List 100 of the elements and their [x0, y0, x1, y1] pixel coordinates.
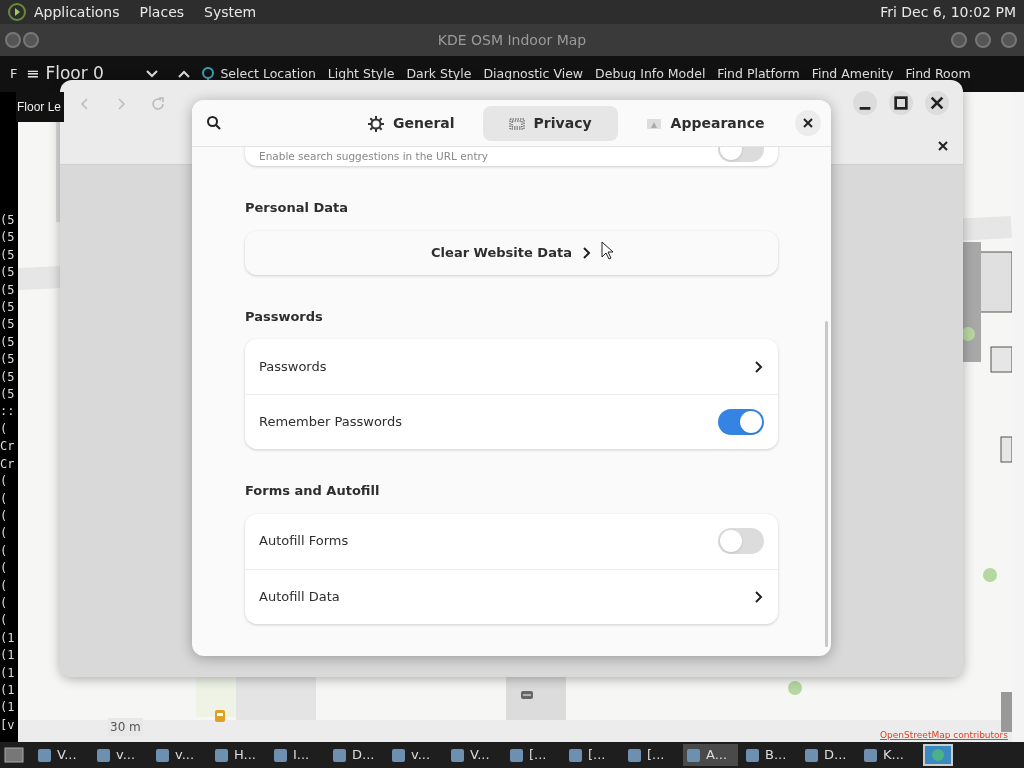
app-icon: [391, 747, 406, 763]
window-thumbnail-icon[interactable]: [923, 744, 953, 766]
terminal-line: (1: [0, 629, 16, 647]
taskbar-item[interactable]: [...: [565, 744, 620, 766]
window-button[interactable]: [22, 31, 40, 49]
taskbar-item[interactable]: D...: [329, 744, 384, 766]
terminal-line: ::: [0, 403, 16, 421]
terminal-line: (5: [0, 386, 16, 404]
taskbar-item[interactable]: A...: [683, 744, 738, 766]
taskbar-item[interactable]: [...: [624, 744, 679, 766]
terminal-line: (5: [0, 368, 16, 386]
chevron-right-icon: [754, 359, 764, 374]
window-button[interactable]: [950, 31, 968, 49]
terminal-line: (: [0, 507, 9, 525]
taskbar-item[interactable]: V...: [34, 744, 89, 766]
toolbar-action[interactable]: Dark Style: [406, 64, 472, 84]
terminal-line: (: [0, 594, 9, 612]
app-icon: [686, 747, 701, 763]
toolbar-action[interactable]: Find Room: [905, 64, 971, 84]
close-button[interactable]: [925, 91, 949, 115]
terminal-line: (: [0, 420, 9, 438]
row-subtitle: Enable search suggestions in the URL entry: [259, 148, 490, 164]
section-heading: Passwords: [245, 307, 324, 326]
maximize-button[interactable]: [889, 91, 913, 115]
toolbar-action[interactable]: Select Location: [201, 64, 316, 84]
side-label: F: [9, 65, 19, 84]
taskbar-item[interactable]: v...: [388, 744, 443, 766]
cursor-icon: [601, 241, 615, 261]
desktop-icon[interactable]: [4, 746, 24, 764]
panel-menu[interactable]: System: [204, 1, 257, 23]
preferences-tab[interactable]: General: [342, 106, 481, 141]
chevron-up-icon[interactable]: [177, 69, 192, 79]
taskbar-item[interactable]: H...: [211, 744, 266, 766]
terminal-line: Cr: [0, 455, 16, 473]
window-button[interactable]: [974, 31, 992, 49]
toolbar-action[interactable]: Diagnostic View: [483, 64, 584, 84]
terminal-line: (: [0, 525, 9, 543]
clock: Fri Dec 6, 10:02 PM: [880, 2, 1016, 22]
reload-icon[interactable]: [150, 95, 166, 112]
row-label: Autofill Forms: [259, 532, 350, 551]
gear-icon: [368, 115, 384, 132]
app-icon: [509, 747, 524, 763]
taskbar-item[interactable]: v...: [152, 744, 207, 766]
row-label: Remember Passwords: [259, 413, 403, 432]
grid-icon: [508, 116, 525, 131]
close-tab-icon[interactable]: [937, 139, 949, 152]
terminal-line: (: [0, 560, 9, 578]
taskbar-item[interactable]: I...: [270, 744, 325, 766]
terminal-line: (5: [0, 212, 16, 229]
toolbar-action[interactable]: Light Style: [327, 64, 395, 84]
clear-data-button[interactable]: Clear Website Data: [245, 230, 778, 275]
window-button[interactable]: [1000, 31, 1018, 49]
terminal-line: (5: [0, 246, 16, 264]
taskbar-item[interactable]: K...: [860, 744, 915, 766]
toolbar-action[interactable]: Find Amenity: [811, 64, 894, 84]
terminal-line: (5: [0, 316, 16, 334]
panel-menu[interactable]: Places: [139, 1, 185, 23]
menu-icon[interactable]: [8, 3, 26, 21]
preferences-tab[interactable]: Appearance: [619, 106, 791, 141]
app-icon: [332, 747, 347, 763]
terminal-line: (5: [0, 351, 16, 369]
close-button[interactable]: [795, 110, 821, 136]
taskbar-item[interactable]: D...: [801, 744, 856, 766]
taskbar-item[interactable]: [...: [506, 744, 561, 766]
app-icon: [450, 747, 465, 763]
terminal-line: (1: [0, 664, 16, 682]
app-icon: [745, 747, 760, 763]
terminal-line: (1: [0, 699, 16, 717]
panel-menu[interactable]: Applications: [34, 1, 120, 23]
toolbar-action[interactable]: Debug Info Model: [595, 64, 706, 84]
row-label: Autofill Data: [259, 587, 341, 606]
window-button[interactable]: [4, 31, 22, 49]
terminal-line: (5: [0, 281, 16, 299]
preferences-tab[interactable]: Privacy: [482, 106, 618, 141]
row-label: Passwords: [259, 357, 328, 376]
toggle-switch[interactable]: [718, 409, 764, 435]
search-icon[interactable]: [206, 115, 222, 131]
scrollbar[interactable]: [825, 321, 828, 647]
floor-label: Floor 0: [45, 62, 105, 86]
chevron-right-icon: [754, 589, 764, 604]
chevron-down-icon[interactable]: [145, 69, 160, 79]
settings-row[interactable]: Autofill Data: [245, 568, 778, 624]
toolbar-action[interactable]: Find Platform: [717, 64, 800, 84]
toggle-switch[interactable]: [718, 528, 764, 554]
menu-icon[interactable]: ≡: [26, 62, 40, 86]
terminal-line: (: [0, 612, 9, 630]
taskbar-item[interactable]: B...: [742, 744, 797, 766]
terminal-line: (: [0, 473, 9, 491]
taskbar-item[interactable]: v...: [93, 744, 148, 766]
app-icon: [37, 747, 52, 763]
settings-row[interactable]: Passwords: [245, 339, 778, 394]
attribution-link[interactable]: OpenStreetMap contributors: [880, 729, 1008, 743]
terminal-line: [v: [0, 716, 16, 734]
terminal-line: (5: [0, 229, 16, 247]
app-icon: [863, 747, 878, 763]
floor-list-label: Floor Le: [17, 99, 62, 116]
vehicle-icon: [214, 709, 226, 723]
terminal-line: (1: [0, 647, 16, 665]
taskbar-item[interactable]: V...: [447, 744, 502, 766]
minimize-button[interactable]: [853, 91, 877, 115]
